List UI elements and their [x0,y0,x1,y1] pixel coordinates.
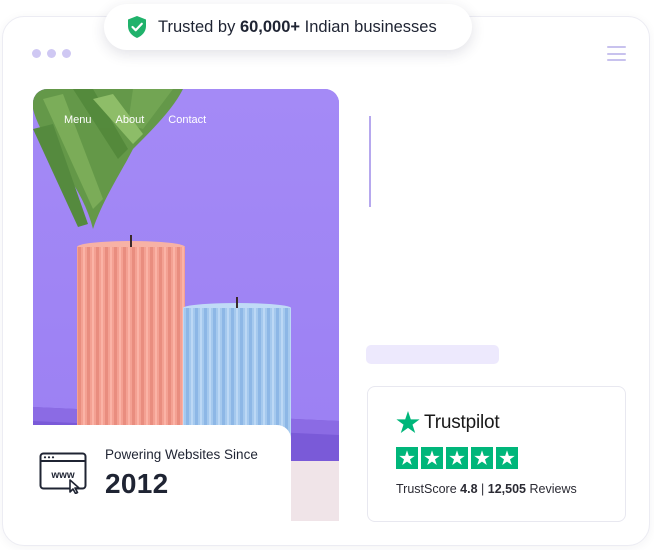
trustpilot-stars [396,447,518,469]
text-cursor-line [369,116,371,207]
placeholder-bar [366,345,499,364]
powering-label: Powering Websites Since [105,446,258,462]
trustpilot-star-icon [396,411,420,433]
trust-banner: Trusted by 60,000+ Indian businesses [104,4,472,50]
nav-link-about[interactable]: About [116,114,145,126]
svg-text:www: www [50,470,75,481]
star-icon [446,447,468,469]
star-icon [396,447,418,469]
trustscore-label: TrustScore [396,482,457,496]
star-icon [421,447,443,469]
reviews-label: Reviews [529,482,577,496]
window-dot [32,49,41,58]
hamburger-icon[interactable] [607,46,626,61]
nav-link-contact[interactable]: Contact [168,114,206,126]
trustpilot-brand: Trustpilot [424,411,500,433]
trustpilot-logo: Trustpilot [396,411,500,434]
trustpilot-card[interactable]: Trustpilot TrustScore 4.8 | 12,505 Revie… [367,386,626,522]
trust-banner-count: 60,000+ [239,17,301,36]
window-dots [32,49,71,58]
star-icon [496,447,518,469]
trustscore-value: 4.8 [460,482,478,496]
www-browser-icon: www [39,452,89,495]
trustscore-line: TrustScore 4.8 | 12,505 Reviews [396,482,577,496]
powering-since-card: www Powering Websites Since 2012 [33,425,291,521]
shield-check-icon [126,15,148,39]
star-icon [471,447,493,469]
hero-nav: Menu About Contact [64,114,206,126]
window-dot [47,49,56,58]
window-dot [62,49,71,58]
powering-text: Powering Websites Since 2012 [105,447,258,500]
reviews-count: 12,505 [487,482,526,496]
trust-banner-text: Trusted by 60,000+ Indian businesses [158,17,437,36]
powering-year: 2012 [105,467,169,499]
nav-link-menu[interactable]: Menu [64,114,92,126]
